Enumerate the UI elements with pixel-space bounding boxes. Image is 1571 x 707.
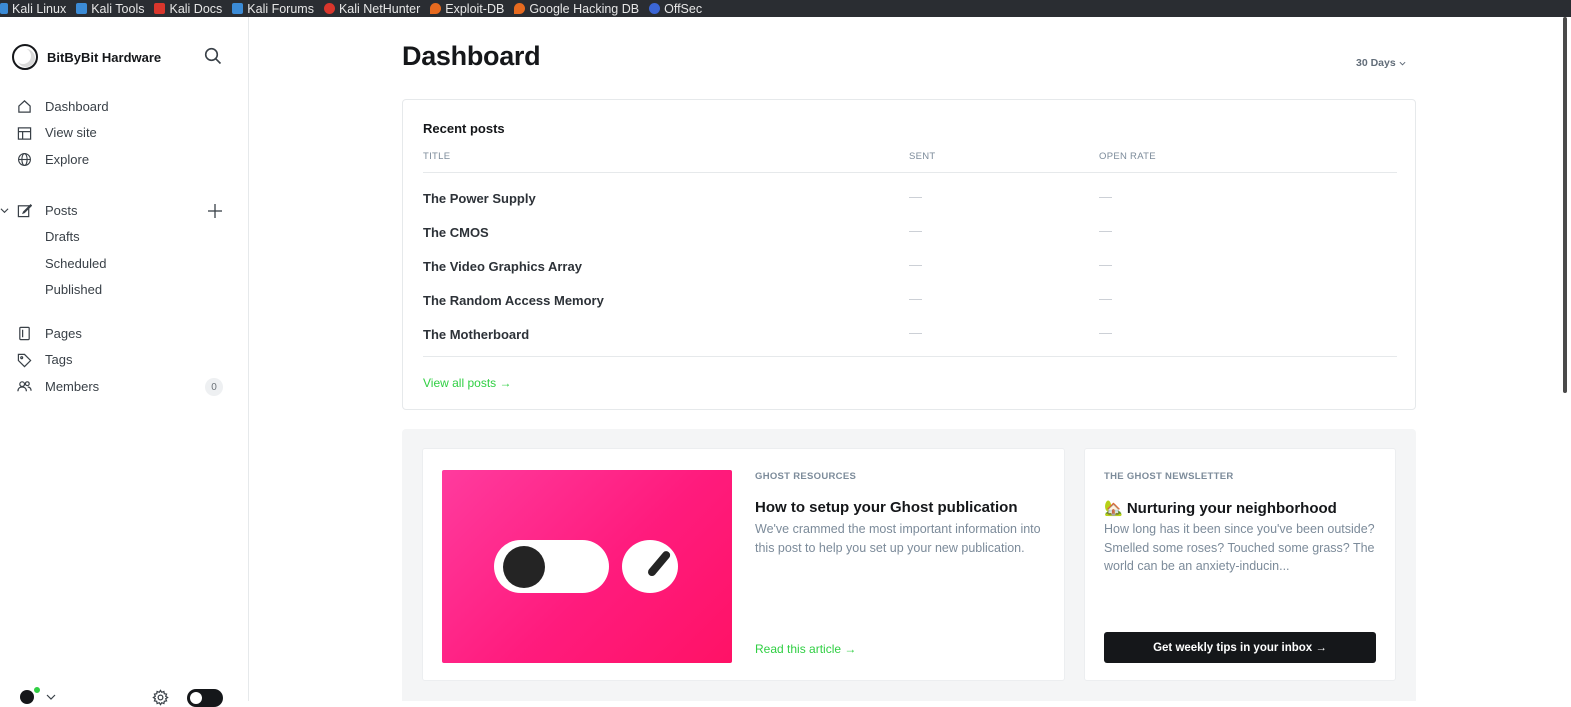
newsletter-headline[interactable]: 🏡 Nurturing your neighborhood	[1104, 499, 1337, 517]
table-row[interactable]: The Motherboard — —	[423, 317, 1397, 351]
pages-icon	[19, 326, 30, 341]
offsec-icon	[649, 3, 661, 14]
bookmark-offsec[interactable]: OffSec	[649, 2, 702, 16]
table-row[interactable]: The Power Supply — —	[423, 181, 1397, 215]
sidebar-item-published[interactable]: Published	[0, 277, 249, 304]
feature-image	[442, 470, 732, 663]
dark-mode-toggle[interactable]	[187, 689, 223, 707]
sidebar-item-dashboard[interactable]: Dashboard	[0, 93, 249, 120]
home-icon	[18, 100, 31, 113]
column-header-sent: SENT	[909, 151, 936, 162]
date-range-select[interactable]: 30 Days	[1356, 57, 1406, 69]
resources-excerpt: We've crammed the most important informa…	[755, 522, 1041, 555]
newsletter-kicker: THE GHOST NEWSLETTER	[1104, 471, 1234, 482]
kali-docs-icon	[154, 3, 166, 14]
resources-headline[interactable]: How to setup your Ghost publication	[755, 499, 1018, 516]
chevron-down-icon	[1399, 61, 1406, 66]
knob-illustration-icon	[622, 540, 678, 593]
kali-icon	[0, 3, 8, 14]
chevron-down-icon[interactable]	[0, 206, 9, 215]
globe-icon	[18, 153, 31, 166]
add-post-icon[interactable]	[207, 203, 223, 219]
gear-icon[interactable]	[152, 689, 169, 706]
newsletter-card: THE GHOST NEWSLETTER 🏡 Nurturing your ne…	[1084, 448, 1396, 681]
table-row[interactable]: The CMOS — —	[423, 215, 1397, 249]
bookmark-kali-nethunter[interactable]: Kali NetHunter	[323, 2, 420, 16]
table-row[interactable]: The Random Access Memory — —	[423, 283, 1397, 317]
column-header-open-rate: OPEN RATE	[1099, 151, 1156, 162]
members-count-badge: 0	[205, 378, 223, 396]
sidebar-item-posts[interactable]: Posts	[0, 197, 249, 224]
ghdb-icon	[514, 3, 526, 14]
bookmarks-bar: Kali Linux Kali Tools Kali Docs Kali For…	[0, 0, 1571, 17]
column-header-title: TITLE	[423, 151, 451, 162]
kali-tools-icon	[76, 3, 88, 14]
brand-name: BitByBit Hardware	[47, 49, 162, 65]
bookmark-kali-linux[interactable]: Kali Linux	[0, 2, 66, 16]
resources-section: GHOST RESOURCES How to setup your Ghost …	[402, 429, 1416, 701]
members-icon	[17, 381, 32, 392]
toggle-knob	[190, 692, 202, 704]
recent-posts-title: Recent posts	[423, 121, 505, 136]
search-icon[interactable]	[204, 47, 222, 65]
layout-icon	[17, 126, 32, 140]
bookmark-google-hacking-db[interactable]: Google Hacking DB	[514, 2, 639, 16]
divider	[423, 356, 1397, 357]
chevron-down-icon[interactable]	[46, 693, 56, 701]
posts-nav: Posts Drafts Scheduled Published	[0, 197, 249, 303]
bookmark-kali-tools[interactable]: Kali Tools	[76, 2, 144, 16]
bookmark-exploit-db[interactable]: Exploit-DB	[430, 2, 504, 16]
subscribe-newsletter-button[interactable]: Get weekly tips in your inbox →	[1104, 632, 1376, 663]
resources-kicker: GHOST RESOURCES	[755, 471, 857, 482]
exploit-db-icon	[430, 3, 442, 14]
table-row[interactable]: The Video Graphics Array — —	[423, 249, 1397, 283]
newsletter-excerpt: How long has it been since you've been o…	[1104, 522, 1375, 573]
kali-forums-icon	[232, 3, 244, 14]
read-article-link[interactable]: Read this article →	[755, 642, 856, 656]
sidebar-item-scheduled[interactable]: Scheduled	[0, 250, 249, 277]
recent-posts-card: Recent posts TITLE SENT OPEN RATE The Po…	[402, 99, 1416, 410]
scrollbar-thumb[interactable]	[1563, 17, 1567, 393]
brand[interactable]: BitByBit Hardware	[12, 44, 161, 70]
primary-nav: Dashboard View site Explore	[0, 93, 249, 173]
divider	[423, 172, 1397, 173]
sidebar-item-pages[interactable]: Pages	[0, 320, 249, 347]
bookmark-kali-docs[interactable]: Kali Docs	[154, 2, 222, 16]
sidebar-item-drafts[interactable]: Drafts	[0, 224, 249, 251]
page-title: Dashboard	[402, 41, 541, 71]
edit-icon	[17, 204, 32, 218]
sidebar: BitByBit Hardware Dashboard View site Ex…	[0, 17, 249, 707]
avatar[interactable]	[20, 690, 34, 704]
tag-icon	[17, 353, 32, 367]
ghost-resources-card[interactable]: GHOST RESOURCES How to setup your Ghost …	[422, 448, 1065, 681]
bookmark-kali-forums[interactable]: Kali Forums	[232, 2, 314, 16]
secondary-nav: Pages Tags Members 0	[0, 320, 249, 400]
nethunter-icon	[323, 3, 335, 14]
main-content: Dashboard 30 Days Recent posts TITLE SEN…	[249, 17, 1561, 701]
brand-logo-icon	[12, 44, 38, 70]
sidebar-footer	[0, 684, 249, 707]
toggle-illustration-icon	[494, 540, 609, 593]
view-all-posts-link[interactable]: View all posts →	[423, 376, 511, 390]
sidebar-item-tags[interactable]: Tags	[0, 347, 249, 374]
scrollbar[interactable]	[1561, 17, 1571, 701]
sidebar-item-members[interactable]: Members 0	[0, 373, 249, 400]
sidebar-item-explore[interactable]: Explore	[0, 146, 249, 173]
sidebar-item-view-site[interactable]: View site	[0, 120, 249, 147]
online-status-icon	[33, 686, 41, 694]
